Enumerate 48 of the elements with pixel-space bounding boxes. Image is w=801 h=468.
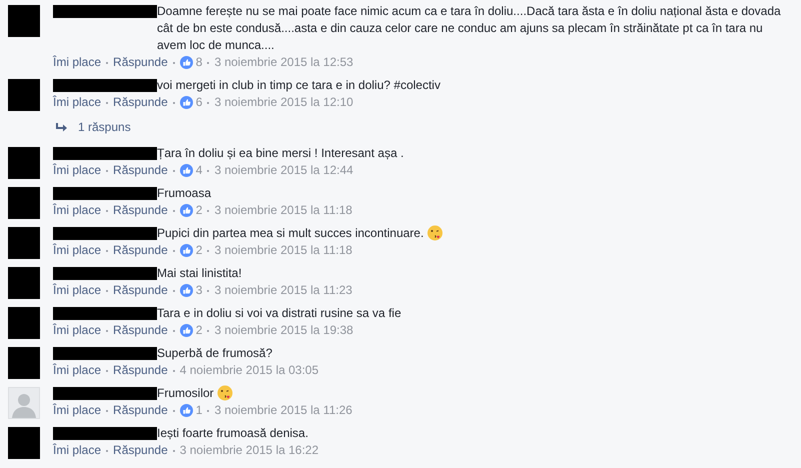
- reply-link[interactable]: Răspunde: [113, 282, 168, 299]
- reply-link[interactable]: Răspunde: [113, 202, 168, 219]
- thumbs-up-icon: [180, 96, 193, 109]
- thumbs-up-icon: [180, 204, 193, 217]
- like-link[interactable]: Îmi place: [53, 362, 102, 379]
- like-link[interactable]: Îmi place: [53, 162, 102, 179]
- like-count: 1: [196, 402, 202, 419]
- like-link[interactable]: Îmi place: [53, 402, 102, 419]
- comment-text: voi mergeti in club in timp ce tara e in doliu? #colectiv: [157, 77, 440, 94]
- comment-text: Superbă de frumosă?: [157, 345, 272, 362]
- comment-text: Frumosilor: [157, 385, 214, 402]
- comment-text: Tara e in doliu si voi va distrati rusine sa va fie: [157, 305, 402, 322]
- like-link[interactable]: Îmi place: [53, 442, 102, 459]
- like-link[interactable]: Îmi place: [53, 322, 102, 339]
- like-count: 8: [196, 54, 202, 71]
- like-link[interactable]: Îmi place: [53, 94, 102, 111]
- comment-text: Mai stai linistita!: [157, 265, 242, 282]
- comment-text: Iești foarte frumoasă denisa.: [157, 425, 308, 442]
- thumbs-up-icon: [180, 244, 193, 257]
- thumbs-up-icon: [180, 284, 193, 297]
- like-count: 2: [196, 242, 202, 259]
- replies-link[interactable]: 1 răspuns: [78, 119, 131, 136]
- thumbs-up-icon: [180, 404, 193, 417]
- like-count: 2: [196, 322, 202, 339]
- like-count: 2: [196, 202, 202, 219]
- reply-link[interactable]: Răspunde: [113, 94, 168, 111]
- reply-link[interactable]: Răspunde: [113, 54, 168, 71]
- reply-link[interactable]: Răspunde: [113, 402, 168, 419]
- like-count: 3: [196, 282, 202, 299]
- like-count: 4: [196, 162, 202, 179]
- like-link[interactable]: Îmi place: [53, 282, 102, 299]
- thumbs-up-icon: [180, 56, 193, 69]
- reply-link[interactable]: Răspunde: [113, 442, 168, 459]
- like-count: 6: [196, 94, 202, 111]
- comment-text: Frumoasa: [157, 185, 212, 202]
- thumbs-up-icon: [180, 324, 193, 337]
- reply-arrow-icon: [56, 122, 68, 132]
- comment-text: Țara în doliu și ea bine mersi ! Interesant așa .: [157, 145, 404, 162]
- reply-link[interactable]: Răspunde: [113, 322, 168, 339]
- comment-text: Pupici din partea mea si mult succes incontinuare.: [157, 225, 424, 242]
- like-link[interactable]: Îmi place: [53, 242, 102, 259]
- reply-link[interactable]: Răspunde: [113, 162, 168, 179]
- reply-link[interactable]: Răspunde: [113, 362, 168, 379]
- thumbs-up-icon: [180, 164, 193, 177]
- comment-text: Doamne ferește nu se mai poate face nimic acum ca e tara în doliu....Dacă tara ăsta e în doliu național ăsta e dovada cât de bn este condusă....asta e din cauza celor care ne conduc am ajuns sa plecam în străinătate pt ca în tara nu avem loc de munca....: [157, 3, 782, 54]
- like-link[interactable]: Îmi place: [53, 54, 102, 71]
- reply-link[interactable]: Răspunde: [113, 242, 168, 259]
- like-link[interactable]: Îmi place: [53, 202, 102, 219]
